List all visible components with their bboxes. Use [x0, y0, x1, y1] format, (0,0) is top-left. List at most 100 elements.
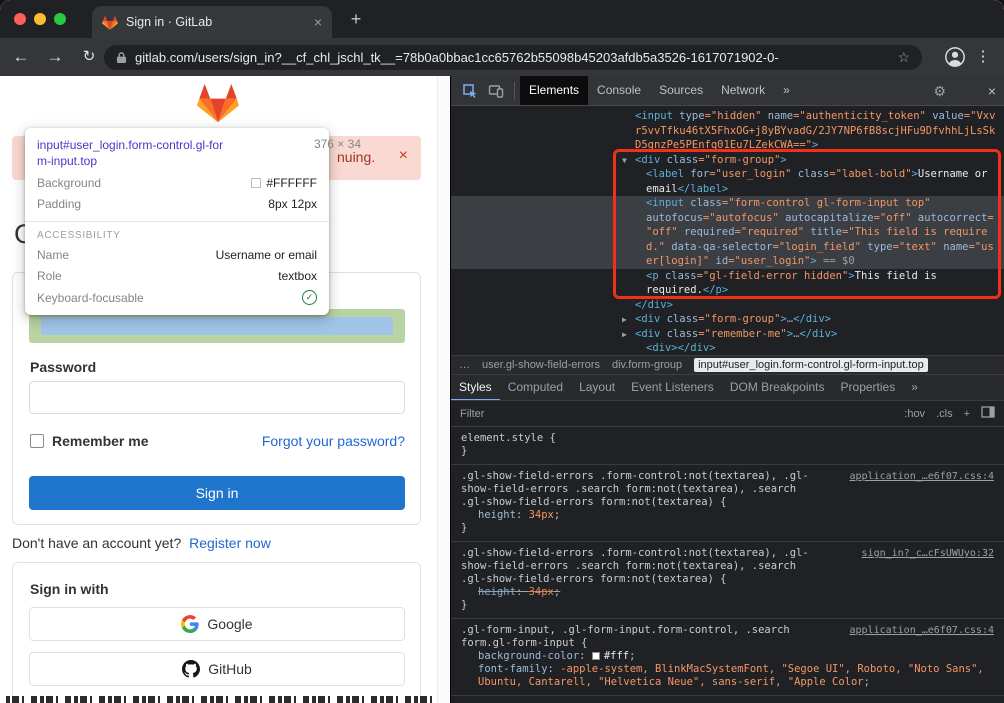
styles-tab-layout[interactable]: Layout [571, 375, 623, 401]
tooltip-row-padding: Padding8px 12px [37, 197, 317, 211]
github-signin-button[interactable]: GitHub [29, 652, 405, 686]
filter-right-controls: :hov .cls + [904, 406, 995, 421]
register-prompt-text: Don't have an account yet? [12, 535, 181, 551]
gitlab-logo [197, 83, 239, 123]
tab-close-icon[interactable]: × [314, 14, 322, 30]
dom-tree-line[interactable]: email</label> [451, 182, 1004, 197]
profile-avatar-icon[interactable] [944, 46, 966, 68]
dom-tree-line[interactable]: <input type="hidden" name="authenticity_… [451, 109, 1004, 124]
dom-tree-line[interactable]: er[login]" id="user_login"> == $0 [451, 254, 1004, 269]
devtools-tab-more-tabs[interactable]: » [774, 76, 799, 105]
devtools-tab-console[interactable]: Console [588, 76, 650, 105]
dom-tree-line[interactable]: ▼<div class="form-group"> [451, 153, 1004, 168]
inspect-element-tooltip: input#user_login.form-control.gl-for 376… [25, 128, 329, 315]
devtools-tab-sources[interactable]: Sources [650, 76, 712, 105]
browser-toolbar: ← → ↻ gitlab.com/users/sign_in?__cf_chl_… [0, 38, 1004, 76]
css-property-height[interactable]: height: 34px; [461, 586, 994, 599]
dom-tree-line[interactable]: D5gnzPe5PEnfq01Eu7LZekCWA=="> [451, 138, 1004, 153]
twisty-icon[interactable]: ▶ [622, 328, 627, 343]
minimize-window-button[interactable] [34, 13, 46, 25]
bookmark-star-icon[interactable]: ☆ [897, 49, 910, 66]
styles-tab-computed[interactable]: Computed [500, 375, 571, 401]
toggle-hover-state-button[interactable]: :hov [904, 408, 925, 420]
dom-tree-line[interactable]: ▶<div class="remember-me">…</div> [451, 327, 1004, 342]
breadcrumb-item[interactable]: … [459, 359, 470, 371]
password-input[interactable] [29, 381, 405, 414]
styles-tab-dom-breakpoints[interactable]: DOM Breakpoints [722, 375, 833, 401]
css-property-font-family[interactable]: font-family: -apple-system, BlinkMacSyst… [461, 663, 994, 689]
providers-card: Sign in with Google GitHub [12, 562, 421, 703]
stylesheet-link[interactable]: sign_in?_c…cFsUWUyo:32 [862, 547, 994, 560]
styles-tab-event-listeners[interactable]: Event Listeners [623, 375, 722, 401]
devtools-settings-icon[interactable]: ⚙ [933, 76, 946, 106]
clipped-text-strip [6, 696, 432, 703]
dom-tree-line[interactable]: "off" required="required" title="This fi… [451, 225, 1004, 240]
dom-tree-line[interactable]: ▶<div class="form-group">…</div> [451, 312, 1004, 327]
browser-menu-icon[interactable]: ⋮ [972, 38, 994, 76]
css-property-background-color[interactable]: background-color: #fff; [461, 650, 994, 663]
google-icon [181, 615, 199, 633]
browser-tab[interactable]: Sign in · GitLab × [92, 6, 332, 38]
tooltip-accessibility-title: ACCESSIBILITY [37, 230, 317, 241]
address-bar[interactable]: gitlab.com/users/sign_in?__cf_chl_jschl_… [104, 45, 922, 70]
dom-tree-line[interactable]: <input class="form-control gl-form-input… [451, 196, 1004, 211]
remember-me-row: Remember me Forgot your password? [30, 432, 405, 452]
dom-tree-line[interactable]: <div></div> [451, 341, 1004, 355]
dom-tree-line[interactable]: </div> [451, 298, 1004, 313]
tooltip-a11y-rows: NameUsername or emailRoletextboxKeyboard… [37, 248, 317, 305]
sign-in-button[interactable]: Sign in [29, 476, 405, 510]
dom-tree-line[interactable]: required.</p> [451, 283, 1004, 298]
devtools-tab-network[interactable]: Network [712, 76, 774, 105]
css-rule-element-style: element.style {} [451, 427, 1004, 465]
toggle-class-button[interactable]: .cls [936, 408, 953, 420]
devtools-tab-elements[interactable]: Elements [520, 76, 588, 105]
twisty-icon[interactable]: ▼ [622, 154, 627, 169]
dom-tree-line[interactable]: autofocus="autofocus" autocapitalize="of… [451, 211, 1004, 226]
remember-me-checkbox[interactable] [30, 434, 44, 448]
dom-tree-line[interactable]: d." data-qa-selector="login_field" type=… [451, 240, 1004, 255]
dom-tree-line[interactable]: <label for="user_login" class="label-bol… [451, 167, 1004, 182]
dom-tree-line[interactable]: r5vvTfku46tX5FhxOG+j8yBYvadG/2JY7NP6fB8s… [451, 124, 1004, 139]
zoom-window-button[interactable] [54, 13, 66, 25]
github-icon [182, 660, 200, 678]
back-icon[interactable]: ← [6, 38, 36, 76]
tooltip-row-role: Roletextbox [37, 269, 317, 283]
register-line: Don't have an account yet? Register now [12, 535, 271, 551]
page-scrollbar[interactable] [437, 76, 450, 703]
sign-in-with-title: Sign in with [30, 581, 109, 597]
devtools-panel: ElementsConsoleSourcesNetwork» ⚙ × … <in… [450, 76, 1004, 703]
twisty-icon[interactable]: ▶ [622, 313, 627, 328]
devtools-close-icon[interactable]: × [988, 76, 996, 106]
forgot-password-link[interactable]: Forgot your password? [262, 433, 405, 449]
register-now-link[interactable]: Register now [189, 535, 271, 551]
new-style-rule-button[interactable]: + [964, 408, 970, 420]
tooltip-row-background: Background#FFFFFF [37, 176, 317, 190]
stylesheet-link[interactable]: application_…e6f07.css:4 [850, 470, 995, 483]
toggle-sidebar-icon[interactable] [981, 406, 995, 421]
forward-icon[interactable]: → [40, 38, 70, 76]
styles-tab-styles[interactable]: Styles [451, 375, 500, 401]
css-property-height[interactable]: height: 34px; [461, 509, 994, 522]
styles-tab-properties[interactable]: Properties [833, 375, 904, 401]
css-rule-height-rule: application_…e6f07.css:4.gl-show-field-e… [451, 465, 1004, 542]
stylesheet-link[interactable]: application_…e6f07.css:4 [850, 624, 995, 637]
styles-tab-more-style-tabs[interactable]: » [903, 375, 926, 401]
breadcrumb-item[interactable]: user.gl-show-field-errors [482, 359, 600, 371]
devtools-tab-strip: ElementsConsoleSourcesNetwork» [520, 76, 799, 105]
url-text[interactable]: gitlab.com/users/sign_in?__cf_chl_jschl_… [135, 50, 889, 65]
close-window-button[interactable] [14, 13, 26, 25]
breadcrumb-item[interactable]: input#user_login.form-control.gl-form-in… [694, 358, 928, 372]
color-swatch[interactable] [592, 652, 600, 660]
new-tab-button[interactable]: + [344, 7, 368, 31]
alert-close-icon[interactable]: × [399, 147, 408, 165]
tooltip-selector-line2: m-input.top [37, 153, 317, 169]
dom-tree-line[interactable]: <p class="gl-field-error hidden">This fi… [451, 269, 1004, 284]
reload-icon[interactable]: ↻ [74, 38, 104, 76]
inspect-element-icon[interactable] [457, 76, 483, 106]
device-toolbar-icon[interactable] [483, 76, 509, 106]
filter-input[interactable]: Filter [460, 408, 484, 420]
alert-text-fragment: nuing. [337, 149, 375, 165]
traffic-lights [14, 13, 66, 25]
breadcrumb-item[interactable]: div.form-group [612, 359, 682, 371]
google-signin-button[interactable]: Google [29, 607, 405, 641]
